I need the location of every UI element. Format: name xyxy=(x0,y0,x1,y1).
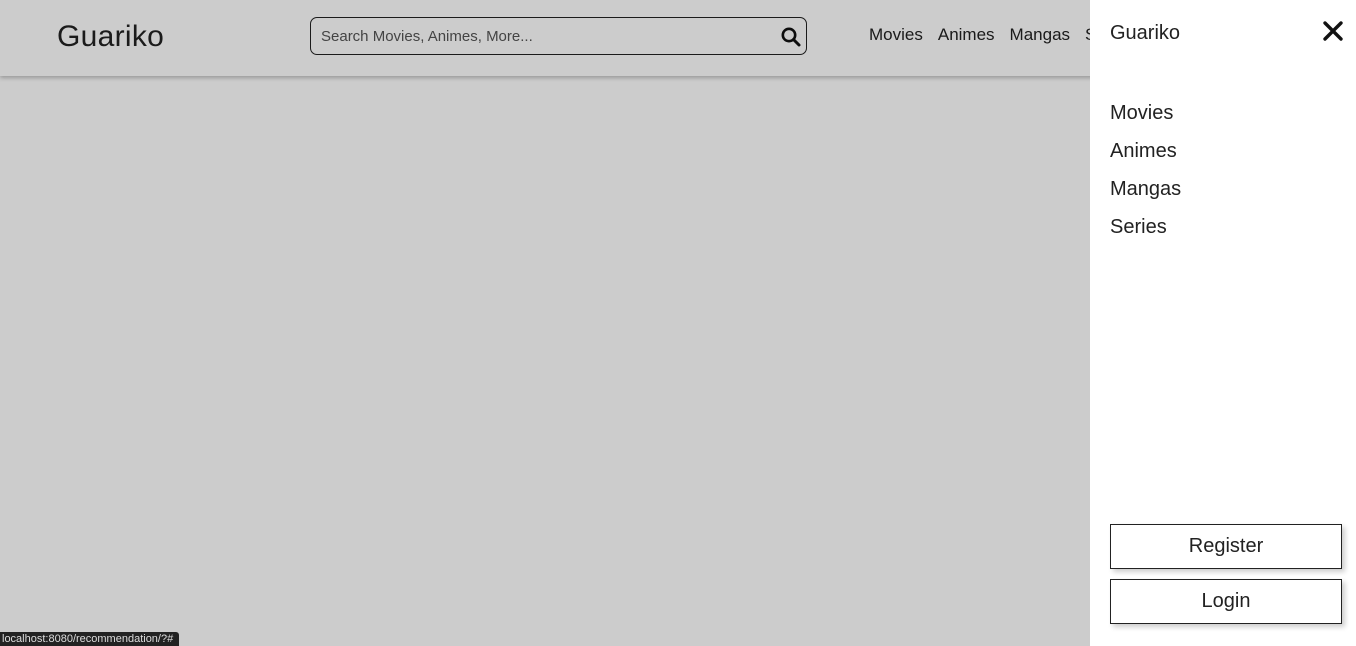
drawer-link-animes[interactable]: Animes xyxy=(1110,139,1181,163)
side-drawer: Guariko Movies Animes Mangas Series Regi… xyxy=(1090,0,1356,646)
close-icon[interactable] xyxy=(1322,20,1344,42)
drawer-link-movies[interactable]: Movies xyxy=(1110,101,1181,125)
register-button[interactable]: Register xyxy=(1110,524,1342,569)
page: Guariko Movies Animes Mangas S Guariko xyxy=(0,0,1356,646)
drawer-title: Guariko xyxy=(1110,22,1181,44)
login-button[interactable]: Login xyxy=(1110,579,1342,624)
drawer-link-series[interactable]: Series xyxy=(1110,215,1181,239)
drawer-link-mangas[interactable]: Mangas xyxy=(1110,177,1181,201)
status-bar-url: localhost:8080/recommendation/?# xyxy=(0,632,180,646)
drawer-nav: Movies Animes Mangas Series xyxy=(1110,101,1181,239)
